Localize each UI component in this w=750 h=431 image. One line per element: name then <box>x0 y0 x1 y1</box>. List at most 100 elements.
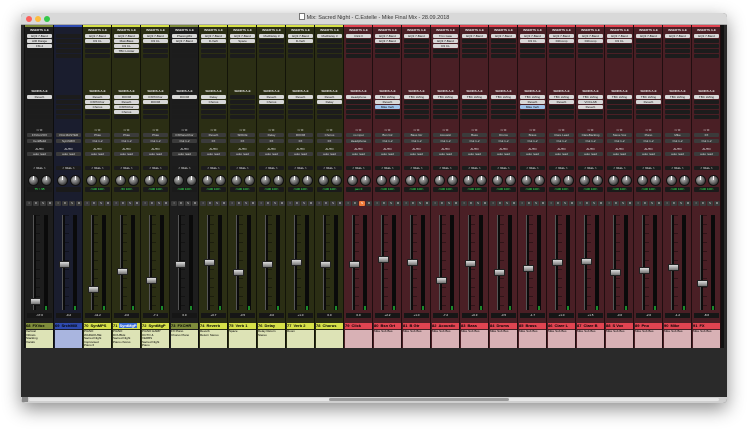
mute-button[interactable]: M <box>366 201 372 206</box>
insert-slot[interactable] <box>549 54 574 58</box>
pan-knob-left[interactable] <box>608 175 619 186</box>
record-button[interactable]: R <box>294 201 300 206</box>
insert-slot[interactable] <box>578 49 603 53</box>
send-slot[interactable]: Reverb <box>636 100 661 104</box>
send-slot[interactable]: FXPhChor <box>114 105 139 109</box>
track-name[interactable]: 76 Delay <box>258 323 285 329</box>
insert-slot[interactable] <box>665 49 690 53</box>
pan-knob-left[interactable] <box>57 175 68 186</box>
insert-slot[interactable] <box>346 39 371 43</box>
send-slot[interactable] <box>143 105 168 109</box>
input-monitor-button[interactable]: I <box>461 201 467 206</box>
output-selector[interactable]: Out 1-2 <box>607 139 632 143</box>
send-slot[interactable] <box>694 115 719 119</box>
send-slot[interactable] <box>56 110 81 114</box>
insert-slot[interactable] <box>607 44 632 48</box>
solo-button[interactable]: S <box>475 201 481 206</box>
pan-knob-left[interactable] <box>173 175 184 186</box>
comment-field[interactable]: Mike Sub Bus <box>635 330 662 348</box>
volume-fader-cap[interactable] <box>204 259 215 267</box>
automation-mode-selector[interactable]: auto read <box>201 152 226 156</box>
comment-field[interactable]: Mike Sub Bus <box>606 330 633 348</box>
insert-slot[interactable] <box>259 49 284 53</box>
send-slot[interactable] <box>172 115 197 119</box>
insert-slot[interactable]: EQ3 7-Band <box>665 34 690 38</box>
insert-slot[interactable]: Space <box>230 39 255 43</box>
track-name[interactable]: 87 Clare B <box>577 323 604 329</box>
record-button[interactable]: R <box>410 201 416 206</box>
group-selector[interactable]: < VALL > <box>520 166 545 170</box>
insert-slot[interactable]: D3Comp <box>549 39 574 43</box>
send-slot[interactable] <box>56 95 81 99</box>
mute-button[interactable]: M <box>308 201 314 206</box>
insert-slot[interactable]: Click II <box>346 34 371 38</box>
volume-fader-cap[interactable] <box>581 257 592 265</box>
insert-slot[interactable]: EQ3 7-Band <box>375 34 400 38</box>
insert-slot[interactable] <box>56 39 81 43</box>
volume-fader-cap[interactable] <box>407 258 418 266</box>
pan-knob-left[interactable] <box>347 175 358 186</box>
volume-fader-cap[interactable] <box>668 263 679 271</box>
send-slot[interactable] <box>56 105 81 109</box>
send-slot[interactable] <box>27 100 52 104</box>
track-name[interactable]: 91 FX <box>693 323 720 329</box>
insert-slot[interactable]: EQ3 7-Band <box>578 34 603 38</box>
insert-slot[interactable] <box>404 54 429 58</box>
volume-fader-cap[interactable] <box>349 261 360 268</box>
send-slot[interactable] <box>288 100 313 104</box>
pan-knob-left[interactable] <box>492 175 503 186</box>
send-slot[interactable] <box>578 110 603 114</box>
insert-slot[interactable] <box>27 49 52 53</box>
mute-button[interactable]: M <box>511 201 517 206</box>
track-name[interactable]: 81 B Gtr <box>403 323 430 329</box>
group-selector[interactable]: < VALL > <box>404 166 429 170</box>
pan-knob-right[interactable] <box>273 175 284 186</box>
mute-button[interactable]: M <box>395 201 401 206</box>
insert-slot[interactable] <box>549 44 574 48</box>
send-slot[interactable] <box>317 115 342 119</box>
input-monitor-button[interactable]: I <box>113 201 119 206</box>
track-name[interactable]: 88 S Vox <box>606 323 633 329</box>
output-selector[interactable]: Out 1-2 <box>491 139 516 143</box>
send-slot[interactable] <box>607 105 632 109</box>
output-selector[interactable]: Out 1-2 <box>114 139 139 143</box>
record-button[interactable]: R <box>555 201 561 206</box>
send-slot[interactable] <box>230 115 255 119</box>
volume-fader-cap[interactable] <box>639 266 650 274</box>
send-slot[interactable] <box>114 115 139 119</box>
mute-button[interactable]: M <box>714 201 720 206</box>
send-slot[interactable]: Delay <box>317 100 342 104</box>
group-selector[interactable]: < VALL > <box>462 166 487 170</box>
insert-slot[interactable] <box>201 54 226 58</box>
mute-button[interactable]: M <box>685 201 691 206</box>
insert-slot[interactable] <box>549 49 574 53</box>
insert-slot[interactable] <box>230 49 255 53</box>
scrollbar-thumb[interactable] <box>329 398 509 401</box>
track-name[interactable]: 74 Reverb <box>200 323 227 329</box>
record-button[interactable]: R <box>62 201 68 206</box>
output-selector[interactable]: Out 1-2 <box>85 139 110 143</box>
insert-slot[interactable]: D3 CL <box>433 44 458 48</box>
send-slot[interactable] <box>433 110 458 114</box>
mute-button[interactable]: M <box>453 201 459 206</box>
send-slot[interactable] <box>404 110 429 114</box>
group-selector[interactable]: < VALL > <box>172 166 197 170</box>
input-selector[interactable]: SPACE <box>230 133 255 137</box>
track-name[interactable]: 70 SynMPS <box>84 323 111 329</box>
track-name[interactable]: 69 SrchMIX <box>55 323 82 329</box>
mute-button[interactable]: M <box>250 201 256 206</box>
send-slot[interactable] <box>259 110 284 114</box>
insert-slot[interactable] <box>317 39 342 43</box>
pan-knob-right[interactable] <box>534 175 545 186</box>
comment-field[interactable]: Room <box>287 330 314 348</box>
solo-button[interactable]: S <box>214 201 220 206</box>
output-selector[interactable]: Headphone <box>346 139 371 143</box>
volume-fader-cap[interactable] <box>117 267 128 275</box>
volume-fader-cap[interactable] <box>88 285 99 293</box>
insert-slot[interactable] <box>317 54 342 58</box>
insert-slot[interactable] <box>433 54 458 58</box>
pan-knob-left[interactable] <box>318 175 329 186</box>
mute-button[interactable]: M <box>627 201 633 206</box>
output-selector[interactable]: Out 1-2 <box>375 139 400 143</box>
insert-slot[interactable] <box>578 54 603 58</box>
